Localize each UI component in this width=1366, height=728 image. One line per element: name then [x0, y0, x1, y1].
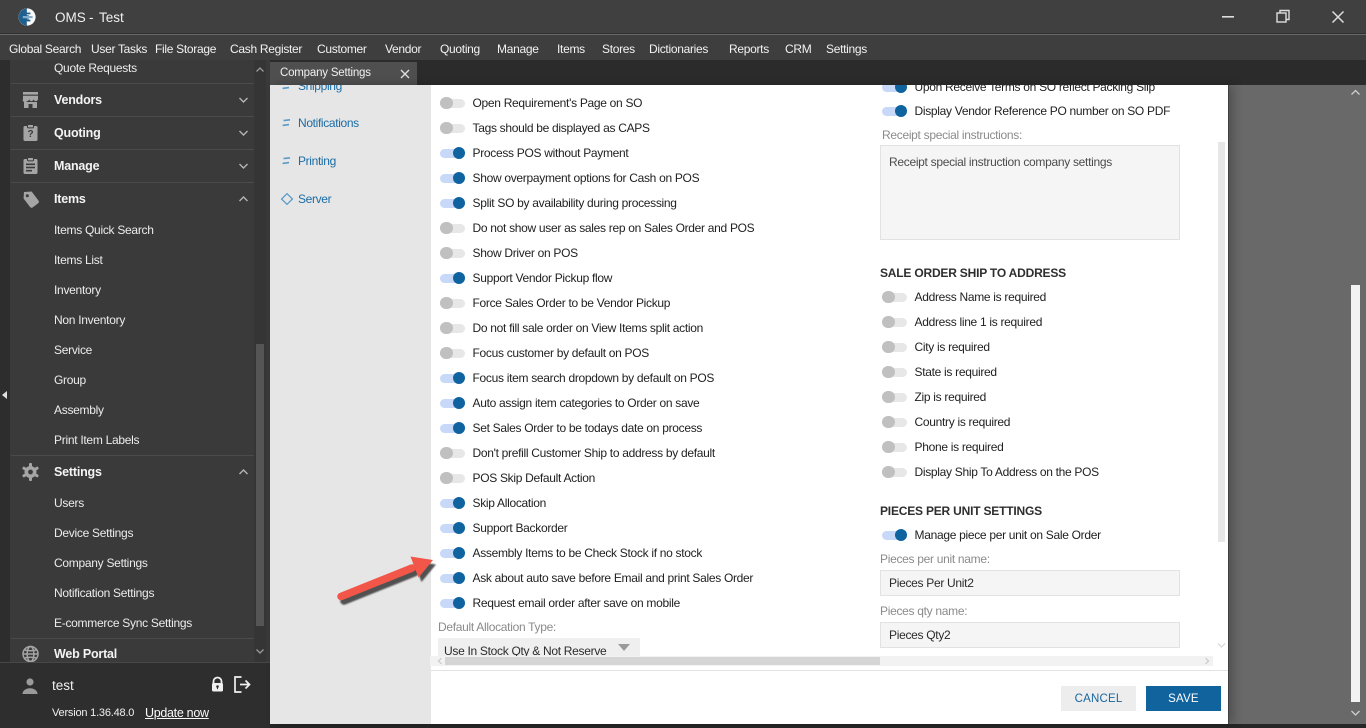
svg-text:?: ? [27, 129, 33, 140]
